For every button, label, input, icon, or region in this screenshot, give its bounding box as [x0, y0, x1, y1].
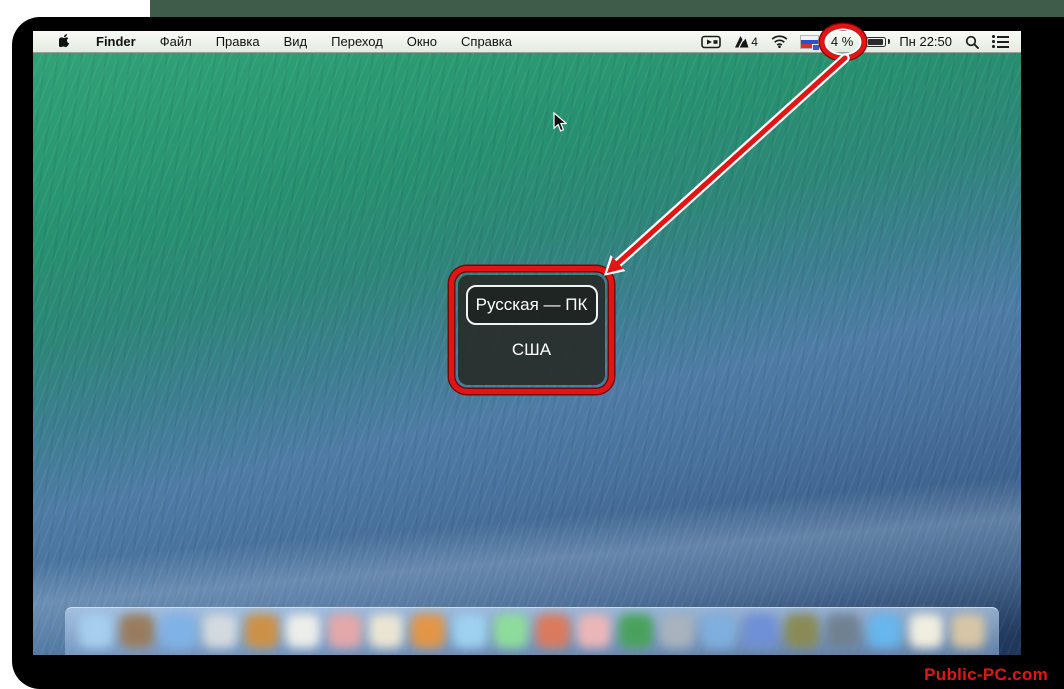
- mac-desktop: Finder Файл Правка Вид Переход Окно Спра…: [33, 31, 1021, 655]
- app-badge-count: 4: [751, 35, 758, 49]
- battery-percent: 4 %: [831, 34, 853, 49]
- app-indicator-menu[interactable]: 4: [734, 35, 758, 49]
- dock-app-icon[interactable]: [785, 614, 819, 648]
- page: Finder Файл Правка Вид Переход Окно Спра…: [0, 0, 1064, 689]
- dock-app-icon[interactable]: [453, 614, 487, 648]
- dock-app-icon[interactable]: [369, 614, 403, 648]
- dock-app-icon[interactable]: [162, 614, 196, 648]
- dock-app-icon[interactable]: [120, 614, 154, 648]
- spotlight-menu[interactable]: [965, 35, 979, 49]
- menu-window[interactable]: Окно: [407, 34, 437, 49]
- dock-app-icon[interactable]: [743, 614, 777, 648]
- dock-app-icon[interactable]: [286, 614, 320, 648]
- dock-app-icon[interactable]: [826, 614, 860, 648]
- menu-help[interactable]: Справка: [461, 34, 512, 49]
- dock-app-icon[interactable]: [245, 614, 279, 648]
- dock-app-icon[interactable]: [909, 614, 943, 648]
- russian-flag-icon: [801, 36, 818, 48]
- apple-icon: [59, 34, 72, 49]
- dock-app-icon[interactable]: [79, 614, 113, 648]
- menu-bar-left: Finder Файл Правка Вид Переход Окно Спра…: [33, 34, 701, 49]
- mountain-icon: [734, 35, 749, 48]
- dock-app-icon[interactable]: [702, 614, 736, 648]
- dock-app-icon[interactable]: [203, 614, 237, 648]
- video-camera-icon: [701, 35, 721, 49]
- menu-go[interactable]: Переход: [331, 34, 383, 49]
- input-source-menu[interactable]: [801, 36, 818, 48]
- menu-edit[interactable]: Правка: [216, 34, 260, 49]
- dock-app-icon[interactable]: [494, 614, 528, 648]
- menu-finder[interactable]: Finder: [96, 34, 136, 49]
- dock-icons: [65, 607, 999, 655]
- dock-app-icon[interactable]: [868, 614, 902, 648]
- background-strip: [150, 0, 1064, 17]
- dock-app-icon[interactable]: [411, 614, 445, 648]
- menu-bar-status: 4 4 %: [701, 34, 1021, 49]
- screen-record-menu[interactable]: [701, 35, 721, 49]
- dock-app-icon[interactable]: [328, 614, 362, 648]
- pc-layout-badge: [812, 44, 820, 51]
- menu-view[interactable]: Вид: [284, 34, 308, 49]
- menu-file[interactable]: Файл: [160, 34, 192, 49]
- input-switcher-hud: Русская — ПК США: [458, 275, 605, 385]
- dock-app-icon[interactable]: [660, 614, 694, 648]
- dock-app-icon[interactable]: [951, 614, 985, 648]
- battery-menu[interactable]: [866, 37, 886, 47]
- dock-app-icon[interactable]: [536, 614, 570, 648]
- dock-app-icon[interactable]: [619, 614, 653, 648]
- dock-app-icon[interactable]: [577, 614, 611, 648]
- clock: Пн 22:50: [899, 34, 952, 49]
- battery-icon: [866, 37, 886, 47]
- apple-menu[interactable]: [59, 34, 72, 49]
- menu-bar: Finder Файл Правка Вид Переход Окно Спра…: [33, 31, 1021, 53]
- search-icon: [965, 35, 979, 49]
- notification-center-menu[interactable]: [992, 35, 1009, 48]
- wifi-icon: [771, 35, 788, 48]
- wifi-menu[interactable]: [771, 35, 788, 48]
- hud-layout-other[interactable]: США: [458, 340, 605, 360]
- hud-layout-selected[interactable]: Русская — ПК: [466, 285, 598, 325]
- watermark: Public-PC.com: [924, 665, 1048, 685]
